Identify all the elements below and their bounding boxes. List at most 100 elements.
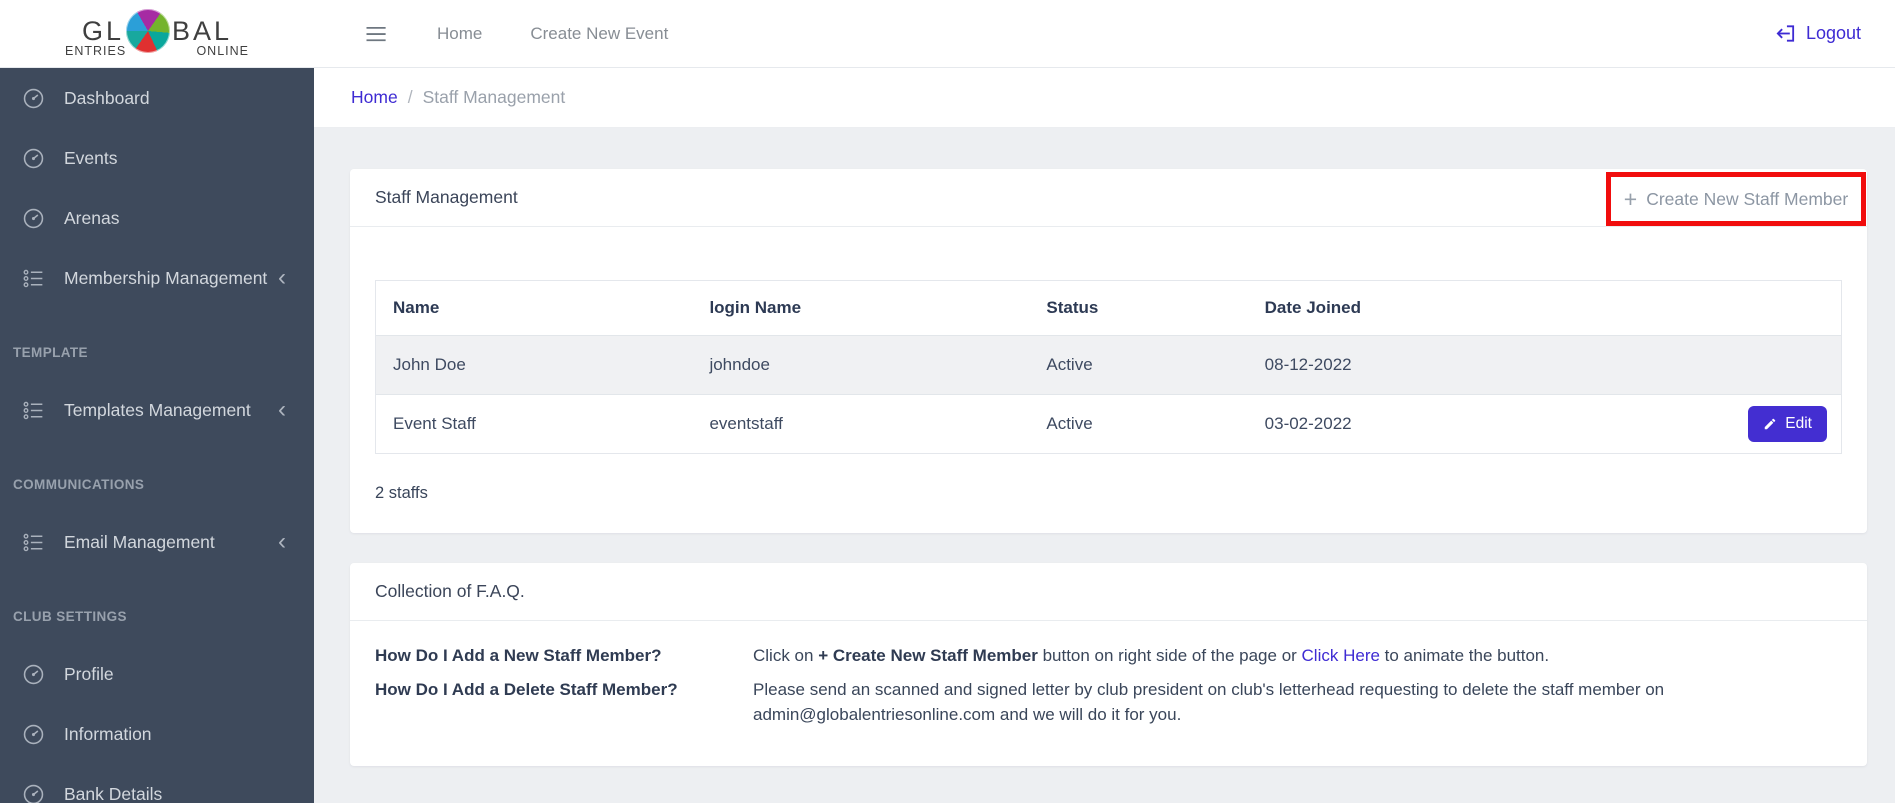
logo-bottom-row: ENTRIES ONLINE <box>63 45 251 58</box>
top-header: GL BAL ENTRIES ONLINE Home Create New Ev… <box>0 0 1895 68</box>
sidebar-item-label: Bank Details <box>64 783 163 803</box>
logout-icon <box>1776 25 1795 42</box>
faq-body: How Do I Add a New Staff Member? Click o… <box>350 621 1867 766</box>
staff-card-header: Staff Management + Create New Staff Memb… <box>350 169 1867 227</box>
gauge-icon <box>20 781 47 803</box>
chevron-left-icon: ‹ <box>278 396 286 423</box>
table-header-row: Name login Name Status Date Joined <box>376 281 1841 335</box>
logo-text-entries: ENTRIES <box>63 44 129 59</box>
breadcrumb: Home / Staff Management <box>314 68 1895 128</box>
faq-question: How Do I Add a Delete Staff Member? <box>375 680 678 699</box>
create-new-staff-member-button[interactable]: + Create New Staff Member <box>1623 185 1849 212</box>
sidebar-item-label: Profile <box>64 663 114 684</box>
cell-status: Active <box>1046 414 1093 433</box>
faq-answer-text: Please send an scanned and signed letter… <box>753 680 1665 699</box>
faq-card-title: Collection of F.A.Q. <box>375 581 525 601</box>
breadcrumb-separator: / <box>407 87 413 107</box>
sidebar-item-label: Templates Management <box>64 399 251 420</box>
sidebar: Dashboard Events Arenas Membership Manag… <box>0 68 314 803</box>
highlight-annotation-box: + Create New Staff Member <box>1606 172 1866 226</box>
page-content: Staff Management + Create New Staff Memb… <box>314 128 1895 766</box>
cell-login-name: eventstaff <box>709 414 783 433</box>
sidebar-section-template: TEMPLATE <box>13 344 88 360</box>
plus-icon: + <box>1623 185 1638 212</box>
table-row: Event Staff eventstaff Active 03-02-2022… <box>376 394 1841 453</box>
staff-management-card: Staff Management + Create New Staff Memb… <box>350 169 1867 533</box>
breadcrumb-current: Staff Management <box>422 87 566 107</box>
faq-question: How Do I Add a New Staff Member? <box>375 646 662 665</box>
menu-toggle-button[interactable] <box>362 20 389 47</box>
faq-answer-text: button on right side of the page or <box>1037 646 1302 665</box>
sidebar-item-bank-details[interactable]: Bank Details <box>0 764 314 803</box>
top-nav: Home Create New Event <box>362 20 668 47</box>
pencil-icon <box>1765 418 1776 430</box>
logo-text-bal: BAL <box>171 15 233 46</box>
hamburger-icon <box>366 26 386 42</box>
cell-date-joined: 03-02-2022 <box>1264 414 1352 433</box>
faq-item: How Do I Add a New Staff Member? Click o… <box>375 643 1842 668</box>
sidebar-item-arenas[interactable]: Arenas <box>0 188 314 248</box>
list-icon <box>20 397 47 424</box>
sidebar-item-membership-management[interactable]: Membership Management ‹ <box>0 248 314 308</box>
sidebar-item-templates-management[interactable]: Templates Management ‹ <box>0 380 314 440</box>
main-area: Home / Staff Management Staff Management… <box>314 68 1895 803</box>
faq-card: Collection of F.A.Q. How Do I Add a New … <box>350 563 1867 766</box>
logo: GL BAL ENTRIES ONLINE <box>63 9 251 58</box>
logout-label: Logout <box>1805 23 1861 43</box>
gauge-icon <box>20 661 47 688</box>
card-title: Staff Management <box>375 187 518 207</box>
breadcrumb-home-link[interactable]: Home <box>351 87 398 108</box>
staff-card-body: Name login Name Status Date Joined John … <box>350 227 1867 533</box>
staff-table: Name login Name Status Date Joined John … <box>375 280 1842 454</box>
sidebar-item-email-management[interactable]: Email Management ‹ <box>0 512 314 572</box>
gauge-icon <box>20 145 47 172</box>
table-row: John Doe johndoe Active 08-12-2022 <box>376 335 1841 394</box>
faq-item: How Do I Add a Delete Staff Member? Plea… <box>375 677 1842 727</box>
nav-create-new-event-link[interactable]: Create New Event <box>530 24 668 44</box>
sidebar-item-label: Membership Management <box>64 267 268 288</box>
sidebar-section-club-settings: CLUB SETTINGS <box>13 608 127 624</box>
chevron-left-icon: ‹ <box>278 528 286 555</box>
faq-card-header: Collection of F.A.Q. <box>350 563 1867 621</box>
faq-answer-text: to animate the button. <box>1379 646 1550 665</box>
cell-login-name: johndoe <box>709 355 770 374</box>
faq-answer-text: Click on <box>753 646 819 665</box>
staff-count: 2 staffs <box>375 484 428 502</box>
column-header-login-name: login Name <box>709 298 802 317</box>
sidebar-item-label: Dashboard <box>64 87 150 108</box>
app-window: GL BAL ENTRIES ONLINE Home Create New Ev… <box>0 0 1895 803</box>
faq-answer-bold: + Create New Staff Member <box>818 646 1038 665</box>
sidebar-item-dashboard[interactable]: Dashboard <box>0 68 314 128</box>
sidebar-item-label: Information <box>64 723 152 744</box>
sidebar-item-label: Arenas <box>64 207 120 228</box>
cell-status: Active <box>1046 355 1093 374</box>
logo-text-gl: GL <box>81 15 124 46</box>
gauge-icon <box>20 85 47 112</box>
sidebar-item-events[interactable]: Events <box>0 128 314 188</box>
logo-text-online: ONLINE <box>194 44 251 59</box>
column-header-status: Status <box>1046 298 1099 317</box>
sidebar-section-communications: COMMUNICATIONS <box>13 476 145 492</box>
click-here-link[interactable]: Click Here <box>1302 646 1380 665</box>
edit-button-label: Edit <box>1785 415 1812 432</box>
edit-button[interactable]: Edit <box>1748 406 1827 442</box>
brand-logo[interactable]: GL BAL ENTRIES ONLINE <box>0 9 314 58</box>
faq-answer: Click on + Create New Staff Member butto… <box>753 643 1842 668</box>
logout-button[interactable]: Logout <box>1774 22 1861 45</box>
sidebar-item-label: Email Management <box>64 531 215 552</box>
faq-answer: Please send an scanned and signed letter… <box>753 677 1842 727</box>
cell-name: John Doe <box>393 355 466 374</box>
sidebar-item-profile[interactable]: Profile <box>0 644 314 704</box>
create-button-label: Create New Staff Member <box>1646 188 1849 209</box>
faq-answer-text: admin@globalentriesonline.com and we wil… <box>753 705 1182 724</box>
nav-home-link[interactable]: Home <box>437 24 482 44</box>
list-icon <box>20 265 47 292</box>
column-header-date-joined: Date Joined <box>1264 298 1362 317</box>
column-header-name: Name <box>393 298 440 317</box>
gauge-icon <box>20 205 47 232</box>
cell-name: Event Staff <box>393 414 476 433</box>
cell-date-joined: 08-12-2022 <box>1264 355 1352 374</box>
cell-actions: Edit <box>1629 406 1841 442</box>
sidebar-item-label: Events <box>64 147 118 168</box>
sidebar-item-information[interactable]: Information <box>0 704 314 764</box>
